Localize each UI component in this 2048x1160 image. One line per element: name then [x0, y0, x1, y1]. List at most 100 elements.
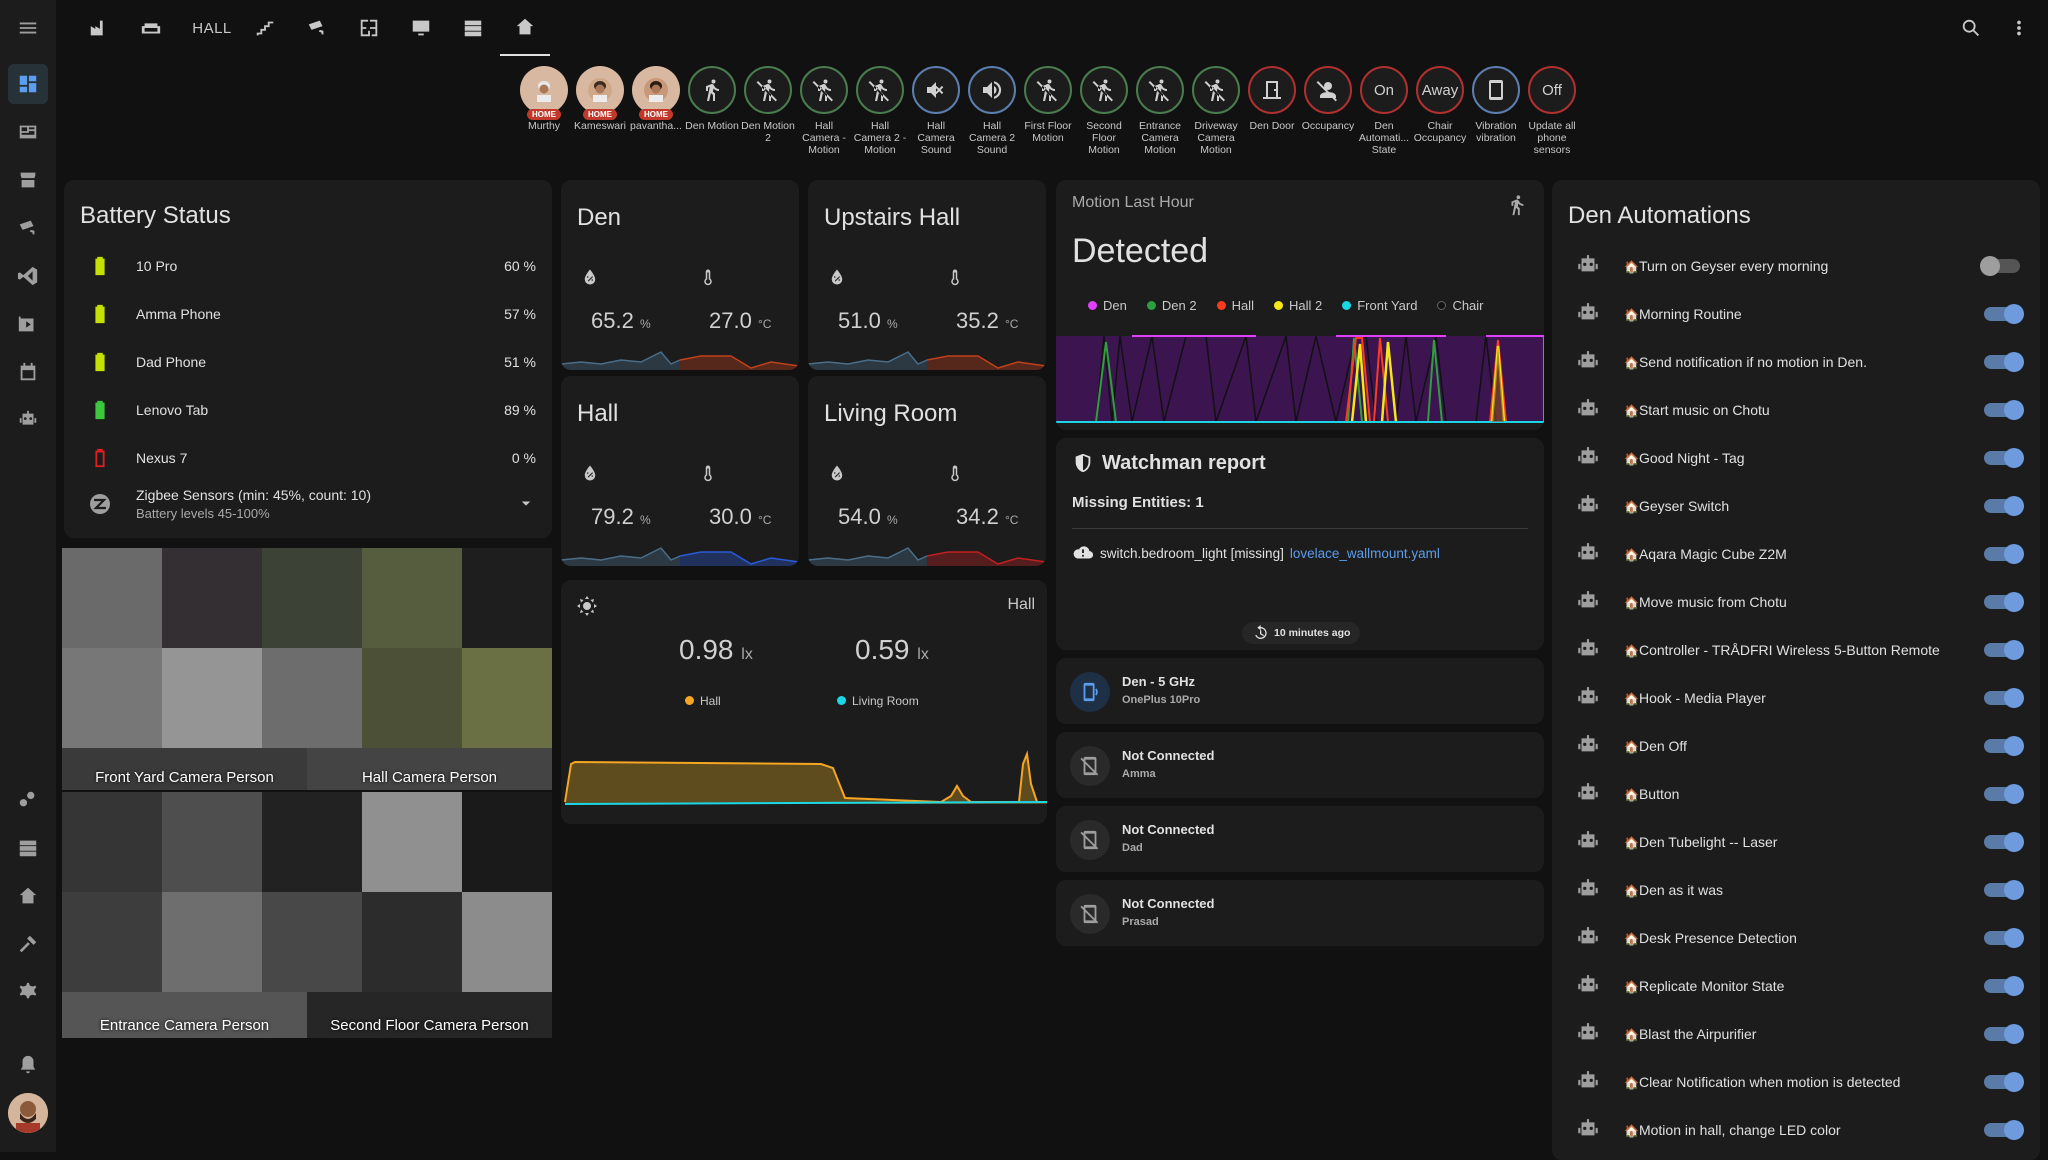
- automation-row[interactable]: 🏠Geyser Switch: [1568, 482, 2024, 530]
- room-sensor-card[interactable]: Den 65.2 % 27.0 °C: [561, 180, 799, 370]
- menu-icon[interactable]: [8, 8, 48, 48]
- legend-item[interactable]: Front Yard: [1342, 298, 1417, 313]
- automation-toggle[interactable]: [1984, 400, 2024, 420]
- automation-row[interactable]: 🏠Replicate Monitor State: [1568, 962, 2024, 1010]
- automation-toggle[interactable]: [1984, 688, 2024, 708]
- automation-toggle[interactable]: [1984, 640, 2024, 660]
- automation-toggle[interactable]: [1984, 928, 2024, 948]
- badge-17[interactable]: Away Chair Occupancy: [1412, 66, 1468, 144]
- automation-row[interactable]: 🏠Controller - TRÅDFRI Wireless 5-Button …: [1568, 626, 2024, 674]
- sidebar-item-overview[interactable]: [8, 64, 48, 104]
- room-sensor-card[interactable]: Upstairs Hall 51.0 % 35.2 °C: [808, 180, 1046, 370]
- sidebar-item-vscode[interactable]: [8, 256, 48, 296]
- badge-19[interactable]: Off Update all phone sensors: [1524, 66, 1580, 156]
- more-menu-button[interactable]: [1994, 0, 2044, 56]
- badge-10[interactable]: First Floor Motion: [1020, 66, 1076, 144]
- battery-row[interactable]: 10 Pro 60 %: [80, 242, 536, 290]
- battery-row[interactable]: Dad Phone 51 %: [80, 338, 536, 386]
- sidebar-item-cameras[interactable]: [8, 208, 48, 248]
- automation-toggle[interactable]: [1984, 976, 2024, 996]
- sidebar-item-server[interactable]: [8, 828, 48, 868]
- legend-item[interactable]: Hall: [1216, 298, 1254, 313]
- sidebar-item-home-assistant[interactable]: [8, 876, 48, 916]
- badge-18[interactable]: Vibration vibration: [1468, 66, 1524, 144]
- badge-4[interactable]: Den Motion: [684, 66, 740, 132]
- automation-toggle[interactable]: [1980, 256, 2020, 276]
- badge-2[interactable]: HOME Kameswari: [572, 66, 628, 132]
- badge-14[interactable]: Den Door: [1244, 66, 1300, 132]
- automation-row[interactable]: 🏠Morning Routine: [1568, 290, 2024, 338]
- automation-row[interactable]: 🏠Turn on Geyser every morning: [1568, 242, 2024, 290]
- sidebar-item-robot[interactable]: [8, 400, 48, 440]
- badge-16[interactable]: On Den Automati... State: [1356, 66, 1412, 156]
- automation-row[interactable]: 🏠Good Night - Tag: [1568, 434, 2024, 482]
- automation-row[interactable]: 🏠Desk Presence Detection: [1568, 914, 2024, 962]
- automation-toggle[interactable]: [1984, 1072, 2024, 1092]
- automation-toggle[interactable]: [1984, 496, 2024, 516]
- search-button[interactable]: [1946, 0, 1996, 56]
- tab-sofa[interactable]: [126, 0, 176, 56]
- badge-7[interactable]: Hall Camera 2 - Motion: [852, 66, 908, 156]
- automation-toggle[interactable]: [1984, 880, 2024, 900]
- badge-15[interactable]: Occupancy: [1300, 66, 1356, 132]
- tab-monitor[interactable]: [396, 0, 446, 56]
- automation-row[interactable]: 🏠Hook - Media Player: [1568, 674, 2024, 722]
- tab-factory[interactable]: [74, 0, 124, 56]
- automation-row[interactable]: 🏠Blast the Airpurifier: [1568, 1010, 2024, 1058]
- badge-8[interactable]: Hall Camera Sound: [908, 66, 964, 156]
- automation-row[interactable]: 🏠Motion in hall, change LED color: [1568, 1106, 2024, 1154]
- badge-3[interactable]: HOME pavantha...: [628, 66, 684, 132]
- badge-1[interactable]: HOME Murthy: [516, 66, 572, 132]
- automation-toggle[interactable]: [1984, 832, 2024, 852]
- light-sensor-card[interactable]: Hall 0.98 lx 0.59 lx Hall Living Room: [561, 580, 1047, 824]
- automation-toggle[interactable]: [1984, 352, 2024, 372]
- room-sensor-card[interactable]: Hall 79.2 % 30.0 °C: [561, 376, 799, 566]
- automation-row[interactable]: 🏠Send notification if no motion in Den.: [1568, 338, 2024, 386]
- sidebar-item-settings[interactable]: [8, 972, 48, 1012]
- automation-toggle[interactable]: [1984, 592, 2024, 612]
- badge-6[interactable]: Hall Camera - Motion: [796, 66, 852, 156]
- wifi-connection-card[interactable]: Not Connected Dad: [1056, 806, 1544, 872]
- motion-last-hour-card[interactable]: Motion Last Hour Detected Den Den 2 Hall Ha…: [1056, 180, 1544, 430]
- chevron-down-icon[interactable]: [516, 494, 536, 514]
- automation-row[interactable]: 🏠Clear Notification when motion is detec…: [1568, 1058, 2024, 1106]
- room-sensor-card[interactable]: Living Room 54.0 % 34.2 °C: [808, 376, 1046, 566]
- zigbee-sensors-row[interactable]: Zigbee Sensors (min: 45%, count: 10) Bat…: [80, 480, 536, 528]
- legend-item[interactable]: Den: [1088, 298, 1127, 313]
- badge-9[interactable]: Hall Camera 2 Sound: [964, 66, 1020, 156]
- automation-toggle[interactable]: [1984, 1120, 2024, 1140]
- sidebar-item-devices[interactable]: [8, 780, 48, 820]
- sidebar-item-media[interactable]: [8, 304, 48, 344]
- badge-12[interactable]: Entrance Camera Motion: [1132, 66, 1188, 156]
- wifi-connection-card[interactable]: Not Connected Amma: [1056, 732, 1544, 798]
- automation-row[interactable]: 🏠Move music from Chotu: [1568, 578, 2024, 626]
- automation-row[interactable]: 🏠Aqara Magic Cube Z2M: [1568, 530, 2024, 578]
- user-avatar[interactable]: [8, 1093, 48, 1133]
- legend-item[interactable]: Hall 2: [1273, 298, 1322, 313]
- sidebar-item-calendar[interactable]: [8, 352, 48, 392]
- wifi-connection-card[interactable]: Not Connected Prasad: [1056, 880, 1544, 946]
- battery-row[interactable]: Lenovo Tab 89 %: [80, 386, 536, 434]
- missing-entity-file-link[interactable]: lovelace_wallmount.yaml: [1290, 546, 1440, 561]
- automation-toggle[interactable]: [1984, 784, 2024, 804]
- badge-5[interactable]: Den Motion 2: [740, 66, 796, 144]
- automation-toggle[interactable]: [1984, 1024, 2024, 1044]
- wifi-connection-card[interactable]: Den - 5 GHz OnePlus 10Pro: [1056, 658, 1544, 724]
- badge-13[interactable]: Driveway Camera Motion: [1188, 66, 1244, 156]
- legend-item[interactable]: Chair: [1437, 298, 1484, 313]
- automation-toggle[interactable]: [1984, 448, 2024, 468]
- tab-hall[interactable]: HALL: [182, 0, 242, 56]
- battery-row[interactable]: Amma Phone 57 %: [80, 290, 536, 338]
- sidebar-item-logbook[interactable]: [8, 112, 48, 152]
- camera-front-yard-hall[interactable]: Front Yard Camera Person Hall Camera Per…: [62, 548, 552, 790]
- tab-home[interactable]: [500, 0, 550, 56]
- automation-row[interactable]: 🏠Den Tubelight -- Laser: [1568, 818, 2024, 866]
- badge-11[interactable]: Second Floor Motion: [1076, 66, 1132, 156]
- tab-stairs[interactable]: [240, 0, 290, 56]
- tab-server[interactable]: [448, 0, 498, 56]
- automation-row[interactable]: 🏠Den as it was: [1568, 866, 2024, 914]
- camera-entrance-second-floor[interactable]: Entrance Camera Person Second Floor Came…: [62, 792, 552, 1038]
- tab-cctv[interactable]: [292, 0, 342, 56]
- sidebar-item-developer-tools[interactable]: [8, 924, 48, 964]
- automation-toggle[interactable]: [1984, 544, 2024, 564]
